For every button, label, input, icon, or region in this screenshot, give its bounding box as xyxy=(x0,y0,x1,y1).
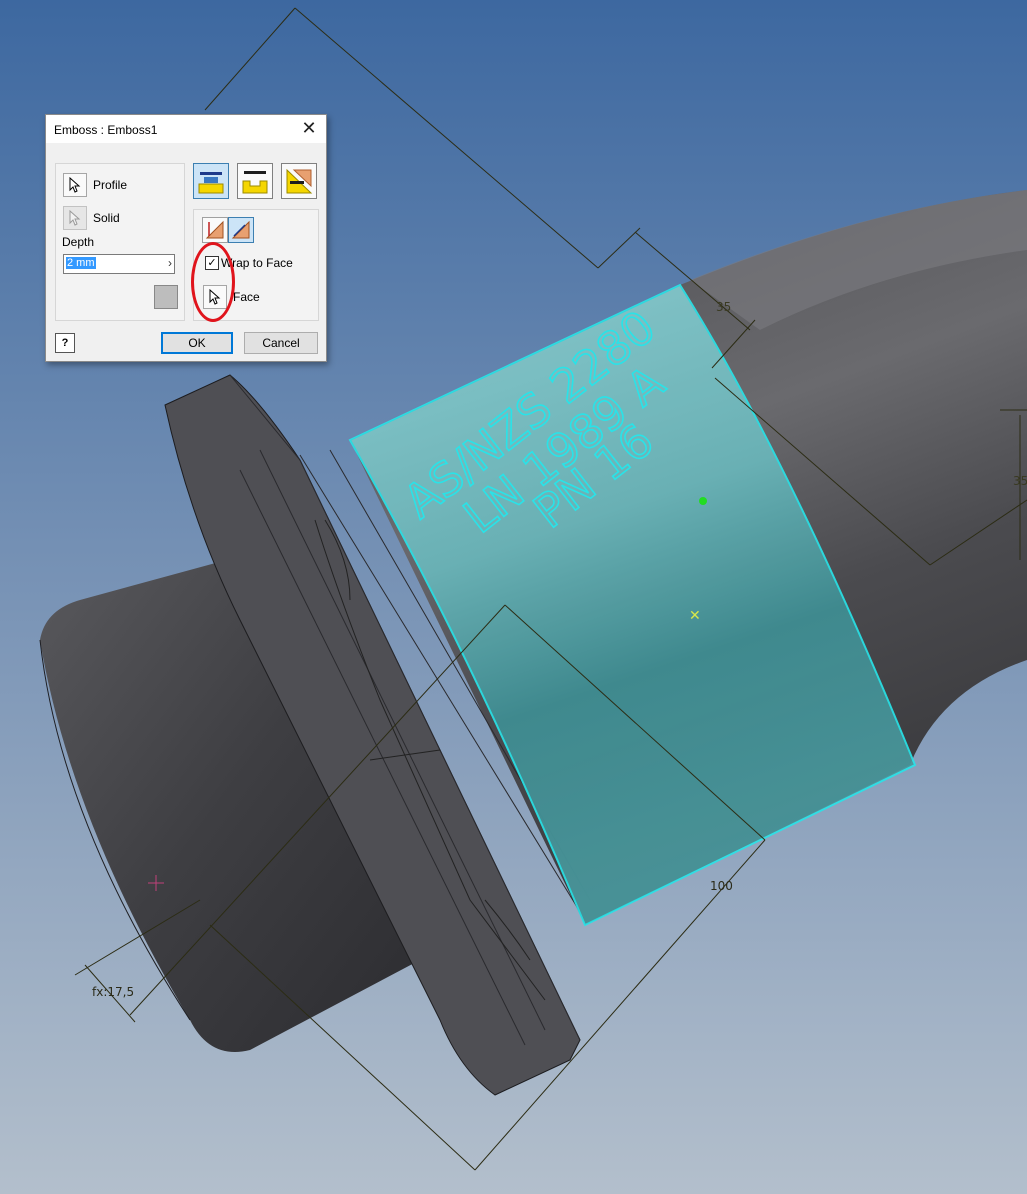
solid-label: Solid xyxy=(93,211,120,225)
direction-1-button[interactable] xyxy=(202,217,228,243)
emboss-from-face-button[interactable] xyxy=(193,163,229,199)
dialog-title: Emboss : Emboss1 xyxy=(54,123,158,137)
origin-x-marker: ✕ xyxy=(689,608,701,624)
chevron-right-icon[interactable]: › xyxy=(168,256,172,270)
center-point-marker xyxy=(699,497,707,505)
emboss-dialog: Emboss : Emboss1 ✕ Profile Solid Depth 2… xyxy=(45,114,327,362)
profile-label: Profile xyxy=(93,178,128,192)
direction-arrow-icon xyxy=(231,220,250,239)
engrave-from-face-button[interactable] xyxy=(237,163,273,199)
engrave-from-face-icon xyxy=(242,171,268,194)
emboss-plane-icon xyxy=(286,168,313,194)
depth-input[interactable]: 2 mm › xyxy=(63,254,175,274)
dimension-35-top[interactable]: 35 xyxy=(716,300,731,314)
cancel-button[interactable]: Cancel xyxy=(244,332,318,354)
red-highlight-circle xyxy=(191,242,235,322)
dimension-35-right[interactable]: 35 xyxy=(1013,474,1027,488)
cursor-arrow-icon xyxy=(69,210,81,226)
dialog-titlebar[interactable]: Emboss : Emboss1 ✕ xyxy=(46,115,326,143)
direction-2-button[interactable] xyxy=(228,217,254,243)
direction-arrow-icon xyxy=(205,220,224,239)
emboss-engrave-from-plane-button[interactable] xyxy=(281,163,317,199)
depth-value: 2 mm xyxy=(66,257,96,269)
profile-select-button[interactable] xyxy=(63,173,87,197)
cursor-arrow-icon xyxy=(69,177,81,193)
emboss-from-face-icon xyxy=(198,172,224,194)
ok-button[interactable]: OK xyxy=(161,332,233,354)
help-icon[interactable]: ? xyxy=(55,333,75,353)
color-swatch-button[interactable] xyxy=(154,285,178,309)
solid-select-button[interactable] xyxy=(63,206,87,230)
dimension-100[interactable]: 100 xyxy=(710,879,733,893)
close-icon[interactable]: ✕ xyxy=(298,118,320,140)
depth-label: Depth xyxy=(62,235,95,249)
face-label: Face xyxy=(233,290,260,304)
dimension-fx[interactable]: fx:17,5 xyxy=(92,985,134,999)
